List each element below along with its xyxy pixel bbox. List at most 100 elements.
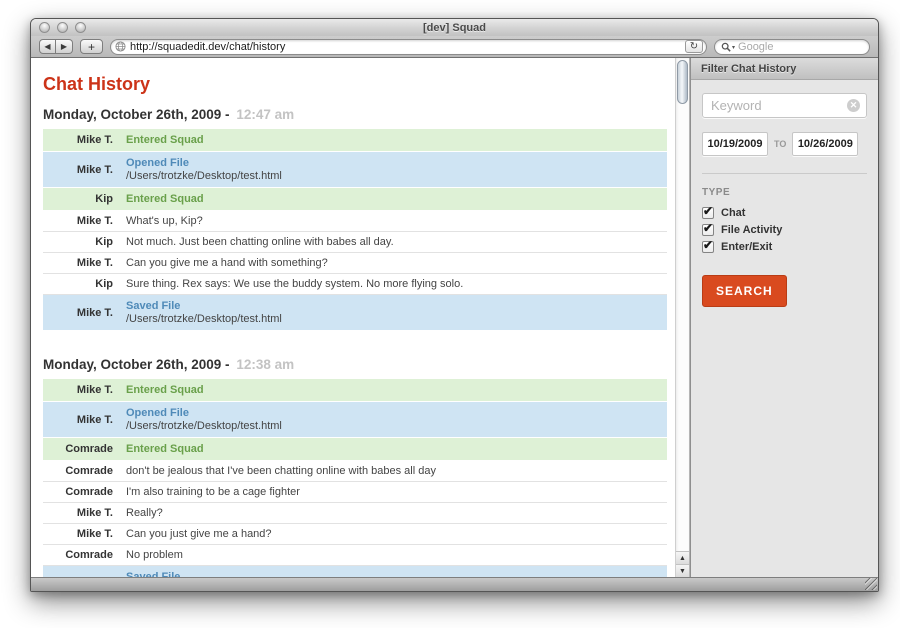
- chat-row-enter: Mike T.Entered Squad: [43, 379, 667, 402]
- keyword-input[interactable]: [702, 93, 867, 118]
- chat-row-name: Mike T.: [43, 164, 113, 176]
- scroll-up-icon: ▲: [679, 555, 686, 562]
- resize-grip-icon[interactable]: [865, 578, 877, 590]
- search-button[interactable]: SEARCH: [702, 275, 787, 307]
- check-icon: ✔: [703, 221, 713, 235]
- chat-row-message: Opened File/Users/trotzke/Desktop/test.h…: [126, 407, 667, 432]
- chat-row-name: Comrade: [43, 486, 113, 498]
- chat-row-file: Mike T. Opened File/Users/trotzke/Desktop…: [43, 402, 667, 438]
- chat-row-enter: Kip Entered Squad: [43, 188, 667, 211]
- scroll-down-button[interactable]: ▼: [676, 564, 689, 577]
- chat-row-chat: Kip Not much. Just been chatting online w…: [43, 232, 667, 253]
- chat-rows: Mike T.Entered SquadMike T.Opened File/U…: [43, 379, 667, 577]
- check-icon: ✔: [703, 204, 713, 218]
- checkbox-enter-exit[interactable]: ✔ Enter/Exit: [702, 241, 867, 253]
- section-date: Monday, October 26th, 2009 -: [43, 357, 230, 372]
- chat-row-name: Comrade: [43, 549, 113, 561]
- scroll-up-button[interactable]: ▲: [676, 551, 689, 564]
- chat-row-message: Saved File/Users/trotzke/Desktop/test.ht…: [126, 300, 667, 325]
- chat-row-chat: Mike T. What's up, Kip?: [43, 211, 667, 232]
- checkbox-chat[interactable]: ✔ Chat: [702, 207, 867, 219]
- chat-row-message: Really?: [126, 507, 667, 519]
- chat-row-file: Mike T.Saved File/Users/trotzke/Desktop/…: [43, 566, 667, 577]
- chat-day-section: Monday, October 26th, 2009 - 12:38 am Mi…: [43, 357, 667, 577]
- clear-keyword-icon[interactable]: ✕: [847, 99, 860, 112]
- section-header: Monday, October 26th, 2009 - 12:38 am: [43, 357, 667, 372]
- chat-row-name: Comrade: [43, 465, 113, 477]
- chat-row-message: No problem: [126, 549, 667, 561]
- file-activity-checkbox-label: File Activity: [721, 224, 782, 236]
- status-bar: [31, 577, 878, 591]
- checkbox-file-activity[interactable]: ✔ File Activity: [702, 224, 867, 236]
- chat-row-name: Kip: [43, 236, 113, 248]
- forward-button[interactable]: ▶: [56, 39, 73, 54]
- date-to-input[interactable]: [792, 132, 858, 156]
- chat-row-message: Entered Squad: [126, 443, 667, 455]
- reload-button[interactable]: ↻: [685, 40, 703, 53]
- chat-row-message: don't be jealous that I've been chatting…: [126, 465, 667, 477]
- chat-row-name: Mike T.: [43, 414, 113, 426]
- chat-row-enter: Mike T. Entered Squad: [43, 129, 667, 152]
- chat-row-name: Mike T.: [43, 528, 113, 540]
- section-header: Monday, October 26th, 2009 - 12:47 am: [43, 107, 667, 122]
- forward-arrow-icon: ▶: [61, 42, 67, 51]
- google-search-input[interactable]: [738, 41, 861, 53]
- chat-row-name: Mike T.: [43, 134, 113, 146]
- section-date: Monday, October 26th, 2009 -: [43, 107, 230, 122]
- chat-row-message: Sure thing. Rex says: We use the buddy s…: [126, 278, 667, 290]
- chat-row-name: Mike T.: [43, 307, 113, 319]
- sidebar-header: Filter Chat History: [691, 58, 878, 80]
- chat-row-message: Can you give me a hand with something?: [126, 257, 667, 269]
- chat-row-chat: Comrade No problem: [43, 545, 667, 566]
- scrollbar-thumb[interactable]: [677, 60, 688, 104]
- to-label: TO: [774, 139, 786, 149]
- chat-history-page: Chat History Monday, October 26th, 2009 …: [31, 58, 675, 577]
- chat-row-name: Mike T.: [43, 215, 113, 227]
- browser-toolbar: ◀ ▶ + ↻ ▾: [31, 36, 878, 58]
- chat-row-file: Mike T. Opened File/Users/trotzke/Desktop…: [43, 152, 667, 188]
- chat-checkbox[interactable]: ✔: [702, 207, 714, 219]
- chat-checkbox-label: Chat: [721, 207, 745, 219]
- new-tab-button[interactable]: +: [80, 39, 103, 54]
- chat-row-name: Kip: [43, 278, 113, 290]
- chat-day-section: Monday, October 26th, 2009 - 12:47 am Mi…: [43, 107, 667, 331]
- window-title: [dev] Squad: [31, 22, 878, 34]
- chat-row-file: Mike T. Saved File/Users/trotzke/Desktop/…: [43, 295, 667, 331]
- window-titlebar: [dev] Squad: [31, 19, 878, 36]
- chat-row-message: Entered Squad: [126, 384, 667, 396]
- chat-row-message: Not much. Just been chatting online with…: [126, 236, 667, 248]
- chat-row-chat: Mike T.Really?: [43, 503, 667, 524]
- section-time: 12:38 am: [233, 357, 295, 372]
- search-icon: [721, 42, 731, 52]
- type-label: TYPE: [702, 187, 867, 198]
- chat-row-name: Kip: [43, 193, 113, 205]
- filter-sidebar: Filter Chat History ✕ TO TYPE ✔ C: [690, 58, 878, 577]
- chat-row-chat: ComradeI'm also training to be a cage fi…: [43, 482, 667, 503]
- close-window-button[interactable]: [39, 22, 50, 33]
- address-bar[interactable]: ↻: [110, 39, 707, 55]
- enter-exit-checkbox[interactable]: ✔: [702, 241, 714, 253]
- date-from-input[interactable]: [702, 132, 768, 156]
- chevron-down-icon: ▾: [732, 44, 735, 51]
- enter-exit-checkbox-label: Enter/Exit: [721, 241, 772, 253]
- chat-row-chat: Mike T.Can you give me a hand with somet…: [43, 253, 667, 274]
- minimize-window-button[interactable]: [57, 22, 68, 33]
- vertical-scrollbar[interactable]: ▲ ▼: [675, 58, 690, 577]
- chat-row-message: Entered Squad: [126, 193, 667, 205]
- sidebar-divider: [702, 173, 867, 174]
- zoom-window-button[interactable]: [75, 22, 86, 33]
- file-activity-checkbox[interactable]: ✔: [702, 224, 714, 236]
- back-button[interactable]: ◀: [39, 39, 56, 54]
- reload-icon: ↻: [690, 41, 698, 52]
- chat-row-chat: Kip Sure thing. Rex says: We use the budd…: [43, 274, 667, 295]
- google-search-field[interactable]: ▾: [714, 39, 870, 55]
- chat-row-chat: Comrade don't be jealous that I've been c…: [43, 461, 667, 482]
- page-title: Chat History: [43, 74, 667, 95]
- section-time: 12:47 am: [233, 107, 295, 122]
- chat-row-message: What's up, Kip?: [126, 215, 667, 227]
- chat-row-chat: Mike T.Can you just give me a hand?: [43, 524, 667, 545]
- chat-row-message: Entered Squad: [126, 134, 667, 146]
- chat-row-message: Opened File/Users/trotzke/Desktop/test.h…: [126, 157, 667, 182]
- chat-row-enter: ComradeEntered Squad: [43, 438, 667, 461]
- url-input[interactable]: [130, 41, 685, 53]
